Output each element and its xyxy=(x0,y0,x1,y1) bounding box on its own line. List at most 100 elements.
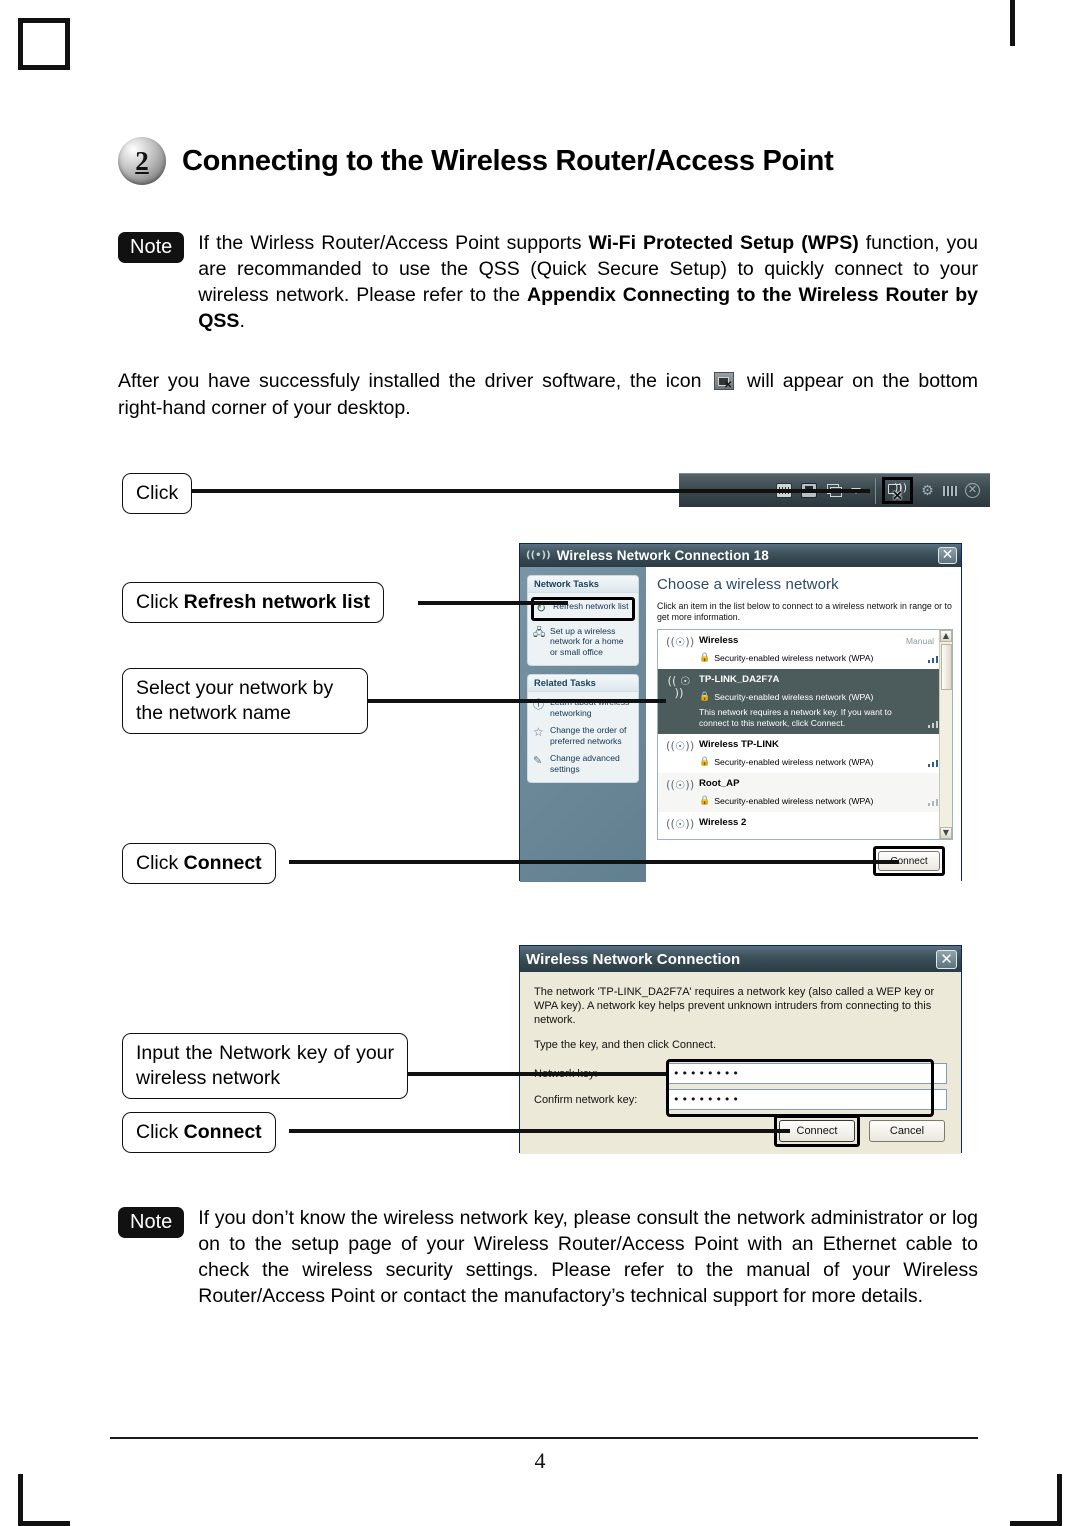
wireless-signal-icon: ((☉)) xyxy=(666,739,695,753)
security-shield-icon[interactable]: ✕ xyxy=(965,483,980,498)
choose-network-heading: Choose a wireless network xyxy=(657,576,839,593)
wireless-connection-icon[interactable]: ))) ✕ xyxy=(888,482,907,503)
wireless-connection-icon-highlight: ))) ✕ xyxy=(882,477,913,504)
network-tasks-panel: Network Tasks Refresh network list Set u… xyxy=(527,575,639,666)
wireless-title-icon: ((•)) xyxy=(526,550,551,561)
confirm-network-key-input[interactable]: •••••••• xyxy=(666,1089,947,1110)
tray-icon-group-right: ))) ✕ ⚙ ✕ xyxy=(882,477,990,504)
wireless-signal-icon: (( ☉ )) xyxy=(667,674,691,700)
callout-refresh-network-list: Click Refresh network list xyxy=(122,582,385,623)
connect-button-label: Connect xyxy=(796,1125,838,1137)
registration-mark-top-right xyxy=(1010,0,1062,46)
registration-mark-top-left xyxy=(18,18,70,70)
disconnected-x-glyph: ✕ xyxy=(892,488,903,503)
dialog-body: Network Tasks Refresh network list Set u… xyxy=(520,567,961,882)
body-paragraph-part1: After you have successfuly installed the… xyxy=(118,370,711,392)
list-item[interactable]: ((☉)) Wireless 🔒 Security-enabled wirele… xyxy=(658,630,952,669)
network-name: Wireless TP-LINK xyxy=(699,739,779,750)
network-hint: This network requires a network key. If … xyxy=(699,707,892,728)
tray-divider xyxy=(875,477,876,504)
sidebar-item-label: Set up a wireless network for a home or … xyxy=(550,625,624,657)
wireless-tray-icon xyxy=(714,372,735,391)
list-item[interactable]: ((☉)) Wireless TP-LINK 🔒 Security-enable… xyxy=(658,734,952,773)
confirm-network-key-row: Confirm network key: •••••••• xyxy=(534,1089,947,1110)
list-item[interactable]: ((☉)) Root_AP 🔒 Security-enabled wireles… xyxy=(658,773,952,812)
wireless-signal-icon: ((☉)) xyxy=(666,635,695,649)
manual-page: 2 Connecting to the Wireless Router/Acce… xyxy=(0,0,1080,1526)
network-security: 🔒 Security-enabled wireless network (WPA… xyxy=(699,692,893,702)
note-badge: Note xyxy=(118,1207,185,1238)
network-list-scrollbar[interactable]: ▲ ▼ xyxy=(939,630,952,839)
callout-click-connect-1: Click Connect xyxy=(122,843,276,884)
callout-click-connect-2: Click Connect xyxy=(122,1112,276,1153)
dialog-title-text: Wireless Network Connection xyxy=(526,950,741,968)
related-tasks-list: Learn about wireless networking Change t… xyxy=(528,692,638,782)
network-info: Root_AP 🔒 Security-enabled wireless netw… xyxy=(699,778,893,806)
cancel-button-label: Cancel xyxy=(889,1125,925,1137)
network-name: TP-LINK_DA2F7A xyxy=(699,674,780,685)
registration-mark-bottom-right xyxy=(1010,1474,1062,1526)
network-tasks-heading: Network Tasks xyxy=(528,576,638,593)
network-key-input[interactable]: •••••••• xyxy=(666,1063,947,1084)
sidebar-item-change-advanced-settings[interactable]: Change advanced settings xyxy=(533,753,633,774)
note-top: Note If the Wirless Router/Access Point … xyxy=(118,230,978,334)
network-info: TP-LINK_DA2F7A 🔒 Security-enabled wirele… xyxy=(699,674,893,728)
leader-line-connect-2 xyxy=(289,1129,790,1133)
close-icon[interactable]: ✕ xyxy=(938,547,957,564)
network-security-label: Security-enabled wireless network (WPA) xyxy=(714,653,874,663)
callout-connect1-bold: Connect xyxy=(183,852,262,874)
wireless-network-list[interactable]: ((☉)) Wireless 🔒 Security-enabled wirele… xyxy=(657,629,953,840)
page-title: Connecting to the Wireless Router/Access… xyxy=(182,144,834,177)
network-name: Wireless xyxy=(699,635,739,646)
dialog-main-pane: Choose a wireless network Click an item … xyxy=(646,567,961,882)
close-icon[interactable]: ✕ xyxy=(936,949,957,969)
note-badge: Note xyxy=(118,232,185,263)
callout-connect2-prefix: Click xyxy=(136,1121,184,1143)
callout-refresh-prefix: Click xyxy=(136,591,184,613)
sidebar-item-change-order-preferred[interactable]: Change the order of preferred networks xyxy=(533,725,633,746)
choose-network-instruction: Click an item in the list below to conne… xyxy=(657,601,952,622)
wireless-signal-icon: ((☉)) xyxy=(666,817,695,831)
network-security-label: Security-enabled wireless network (WPA) xyxy=(714,796,874,806)
chip-icon[interactable] xyxy=(942,484,958,498)
leader-line-click xyxy=(190,489,870,493)
lock-icon: 🔒 xyxy=(699,757,711,767)
callout-click-text: Click xyxy=(136,482,179,504)
cancel-button[interactable]: Cancel xyxy=(869,1120,945,1142)
list-item[interactable]: ((☉)) Wireless 2 xyxy=(658,812,952,839)
plug-icon[interactable]: ⚙ xyxy=(920,483,935,498)
sidebar-item-set-up-wireless-network[interactable]: Set up a wireless network for a home or … xyxy=(533,626,633,658)
advanced-settings-icon xyxy=(533,754,546,767)
dialog-title-bar: Wireless Network Connection ✕ xyxy=(520,946,961,972)
confirm-network-key-label: Confirm network key: xyxy=(534,1093,638,1106)
scroll-up-icon[interactable]: ▲ xyxy=(940,630,952,642)
scrollbar-thumb[interactable] xyxy=(941,644,952,690)
network-info: Wireless 2 xyxy=(699,817,893,835)
dialog-title-text: Wireless Network Connection 18 xyxy=(556,548,769,563)
callout-input-network-key: Input the Network key of your wireless n… xyxy=(122,1033,408,1099)
callout-connect1-prefix: Click xyxy=(136,852,184,874)
list-item-selected[interactable]: (( ☉ )) TP-LINK_DA2F7A 🔒 Security-enable… xyxy=(658,669,952,734)
lock-icon: 🔒 xyxy=(699,692,711,702)
setup-wireless-icon xyxy=(533,626,546,639)
note-top-part1: If the Wirless Router/Access Point suppo… xyxy=(198,232,589,254)
note-top-part3: . xyxy=(239,310,245,332)
connect-button[interactable]: Connect xyxy=(779,1120,855,1142)
related-tasks-heading: Related Tasks xyxy=(528,675,638,692)
network-name: Root_AP xyxy=(699,778,740,789)
step-number-text: 2 xyxy=(135,145,149,176)
step-number-badge: 2 xyxy=(118,137,166,185)
sidebar-item-label: Change advanced settings xyxy=(550,753,620,774)
footer-rule xyxy=(110,1437,978,1439)
page-number: 4 xyxy=(534,1448,546,1473)
network-security: 🔒 Security-enabled wireless network (WPA… xyxy=(699,757,893,767)
network-info: Wireless TP-LINK 🔒 Security-enabled wire… xyxy=(699,739,893,767)
network-list-scroll-area: ((☉)) Wireless 🔒 Security-enabled wirele… xyxy=(658,630,952,839)
leader-line-input-key xyxy=(408,1072,666,1076)
manual-label: Manual xyxy=(905,635,935,646)
network-key-description: The network 'TP-LINK_DA2F7A' requires a … xyxy=(534,986,935,1026)
star-icon xyxy=(533,726,546,739)
scroll-down-icon[interactable]: ▼ xyxy=(940,827,952,839)
dialog-title-bar: ((•)) Wireless Network Connection 18 ✕ xyxy=(520,544,961,567)
section-heading: 2 Connecting to the Wireless Router/Acce… xyxy=(118,136,978,186)
